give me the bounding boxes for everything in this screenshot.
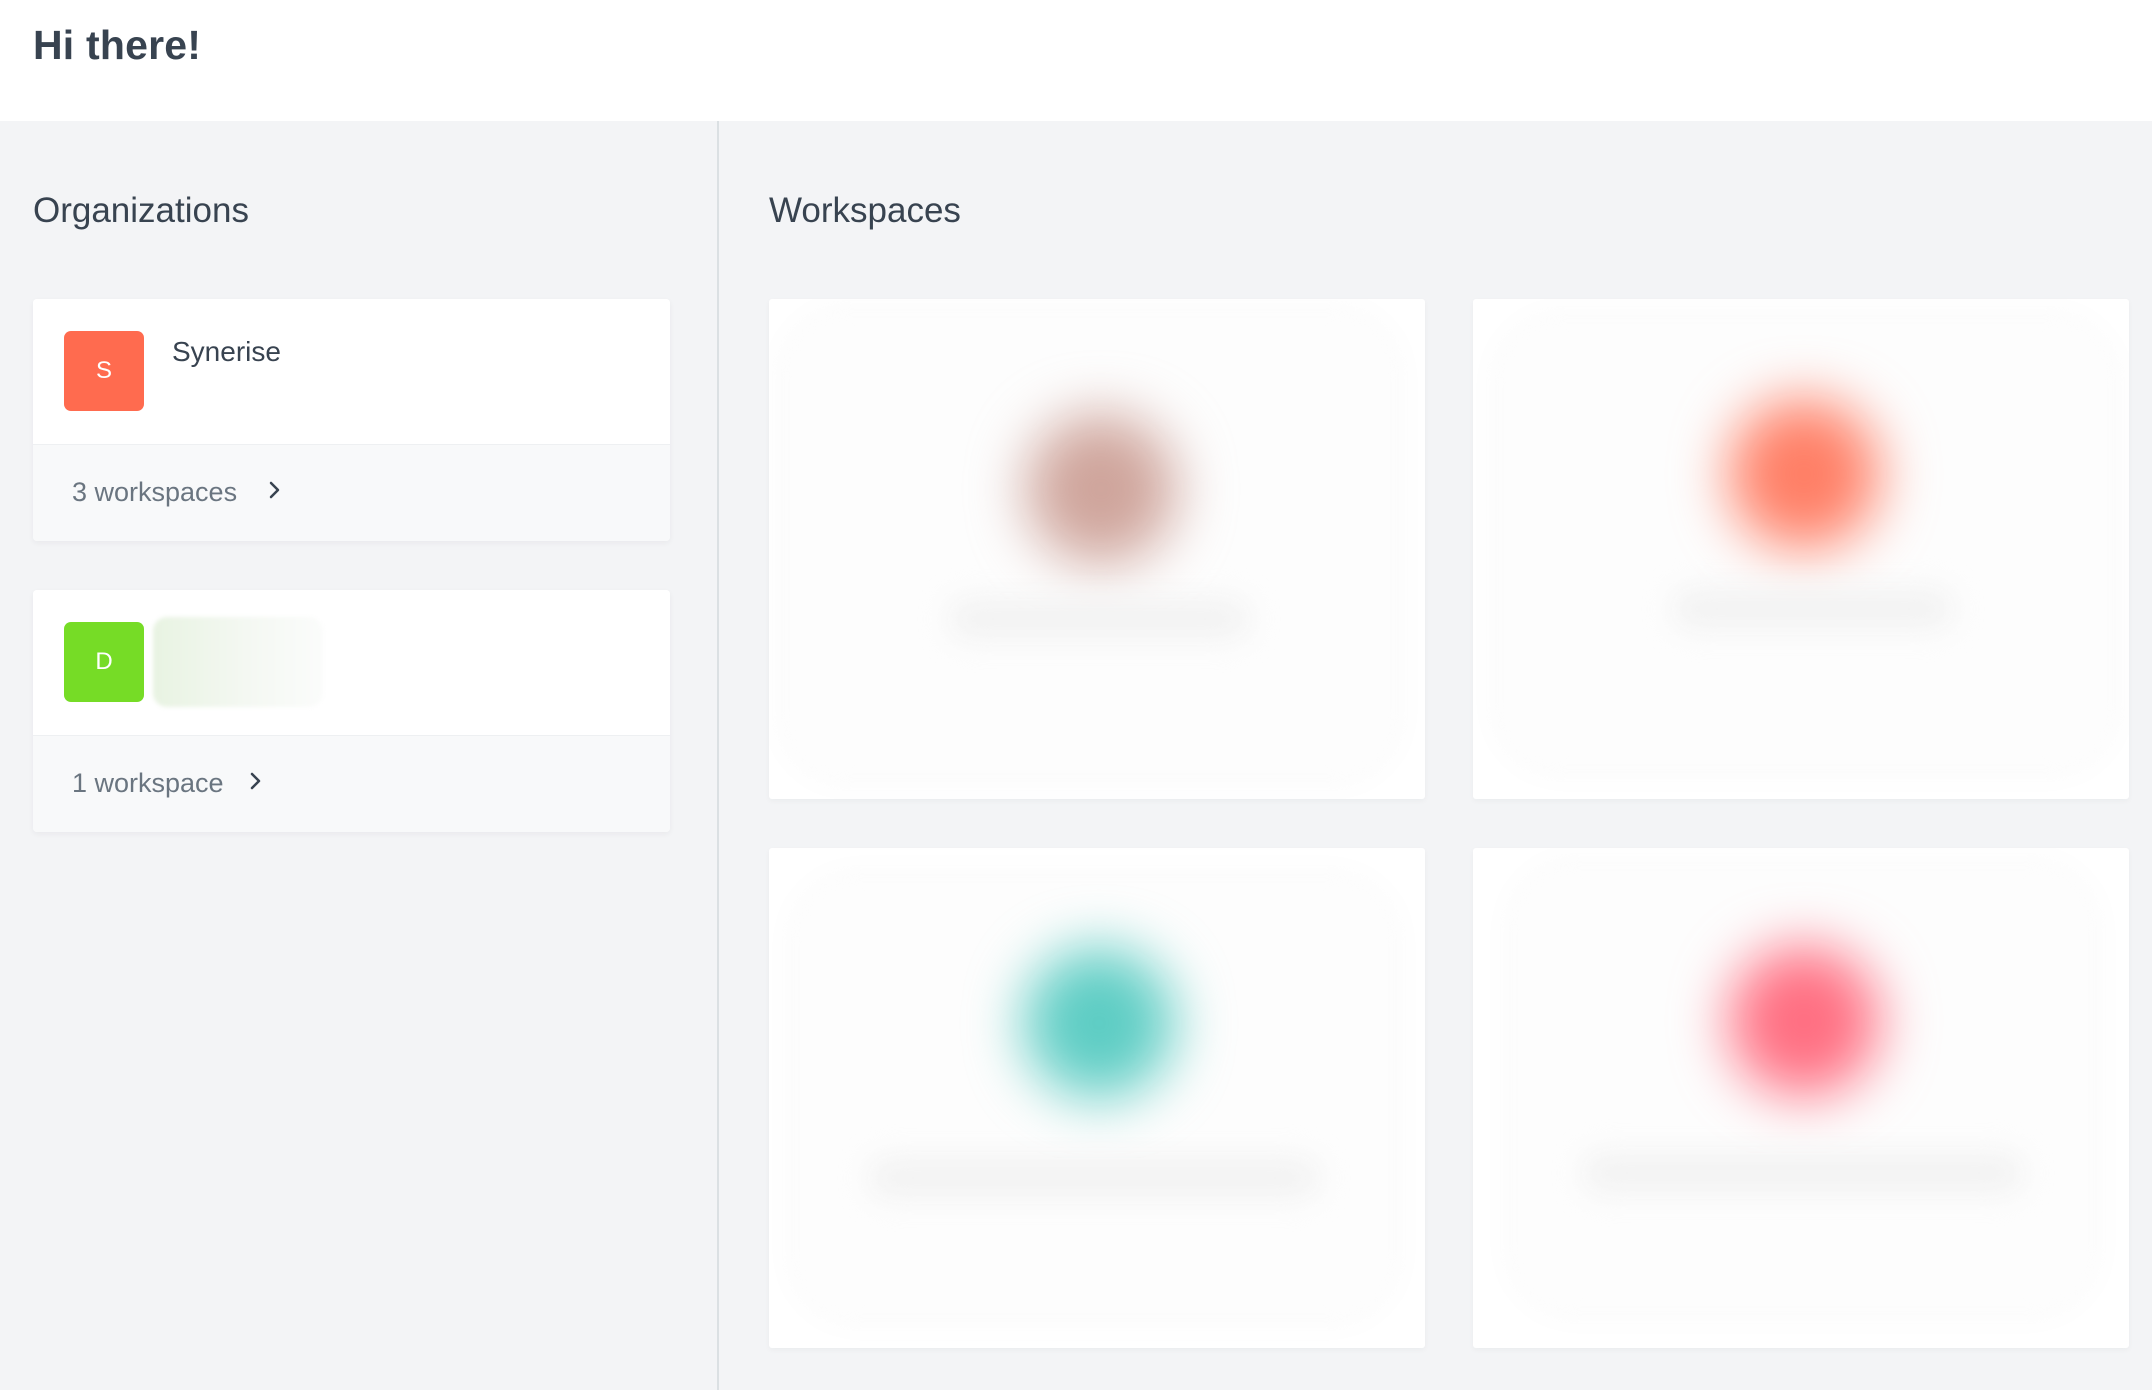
workspace-logo-blurred	[1024, 948, 1174, 1098]
page-header: Hi there!	[0, 0, 2152, 121]
chevron-right-icon	[265, 475, 285, 505]
workspace-name-blurred	[949, 599, 1249, 639]
organization-workspaces-link[interactable]: 3 workspaces	[33, 444, 670, 541]
organization-name-redacted	[153, 617, 323, 707]
workspace-name-blurred	[869, 1158, 1319, 1198]
organization-card-synerise[interactable]: S Synerise 3 workspaces	[33, 299, 670, 541]
workspace-count: 1 workspace	[72, 768, 224, 798]
organization-card-d[interactable]: D 1 workspace	[33, 590, 670, 832]
workspace-name-blurred	[1583, 1153, 2023, 1193]
workspace-logo-blurred	[1729, 399, 1879, 549]
workspace-card[interactable]	[769, 848, 1425, 1348]
workspace-card[interactable]	[769, 299, 1425, 799]
organization-card-header: D	[33, 590, 670, 735]
workspaces-panel: Workspaces	[721, 121, 2152, 1390]
workspace-card[interactable]	[1473, 299, 2129, 799]
organization-workspaces-link[interactable]: 1 workspace	[33, 735, 670, 832]
workspaces-title: Workspaces	[769, 191, 961, 230]
organizations-panel: Organizations S Synerise 3 workspaces D …	[0, 121, 719, 1390]
organization-avatar: D	[64, 622, 144, 702]
workspace-logo-blurred	[1026, 414, 1176, 564]
organization-avatar: S	[64, 331, 144, 411]
workspace-count: 3 workspaces	[72, 477, 238, 507]
chevron-right-icon	[246, 766, 266, 796]
workspace-card[interactable]	[1473, 848, 2129, 1348]
greeting-title: Hi there!	[33, 22, 202, 68]
workspace-card-blurred-content	[795, 878, 1393, 1318]
workspace-logo-blurred	[1729, 946, 1879, 1096]
organization-card-header: S Synerise	[33, 299, 670, 444]
workspace-name-blurred	[1673, 589, 1953, 629]
organization-name: Synerise	[172, 336, 281, 367]
organizations-title: Organizations	[33, 191, 249, 230]
